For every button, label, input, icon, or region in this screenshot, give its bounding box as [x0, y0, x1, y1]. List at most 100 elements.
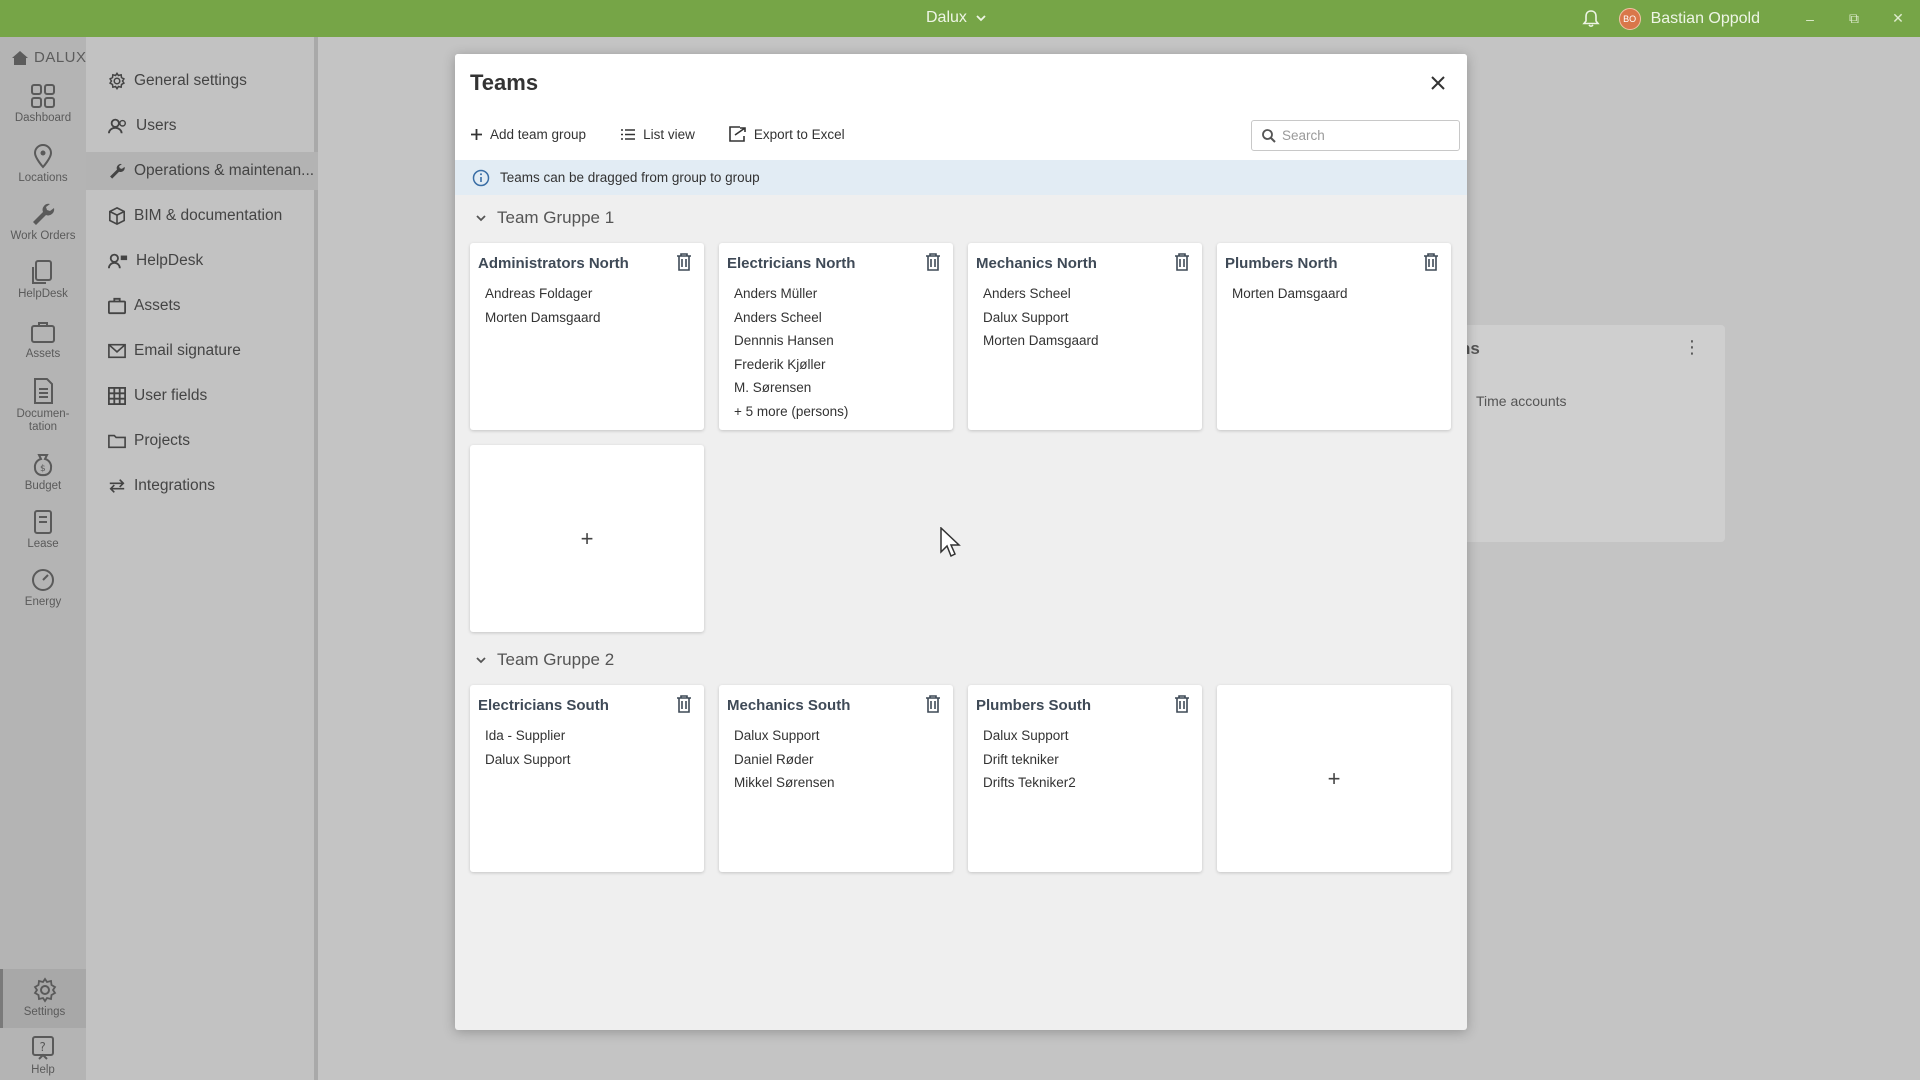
window-close-button[interactable]: ✕ — [1876, 0, 1920, 37]
team-card[interactable]: Administrators North Andreas Foldager Mo… — [470, 243, 704, 430]
member-name[interactable]: Anders Müller — [734, 282, 848, 306]
dalux-logo[interactable]: DALUX — [10, 49, 87, 66]
trash-icon[interactable] — [1174, 253, 1190, 271]
add-team-button[interactable]: + — [1217, 685, 1451, 872]
team-card[interactable]: Mechanics North Anders Scheel Dalux Supp… — [968, 243, 1202, 430]
group-header-2[interactable]: Team Gruppe 2 — [475, 650, 614, 670]
rail-item-help[interactable]: ? Help — [0, 1035, 86, 1076]
member-name[interactable]: Mikkel Sørensen — [734, 771, 835, 795]
member-list: Anders Müller Anders Scheel Dennnis Hans… — [734, 282, 848, 423]
svg-text:$: $ — [40, 464, 46, 474]
trash-icon[interactable] — [925, 695, 941, 713]
avatar[interactable]: BO — [1618, 7, 1641, 30]
user-name[interactable]: Bastian Oppold — [1651, 10, 1760, 28]
menu-item-label: Email signature — [134, 342, 241, 359]
team-card[interactable]: Mechanics South Dalux Support Daniel Rød… — [719, 685, 953, 872]
mail-icon — [108, 343, 126, 359]
rail-label: Dashboard — [14, 112, 72, 124]
team-card[interactable]: Electricians North Anders Müller Anders … — [719, 243, 953, 430]
member-name[interactable]: Dennnis Hansen — [734, 329, 848, 353]
team-card[interactable]: Plumbers South Dalux Support Drift tekni… — [968, 685, 1202, 872]
member-name[interactable]: Morten Damsgaard — [1232, 282, 1348, 306]
close-button[interactable] — [1425, 70, 1451, 96]
rail-label: Energy — [24, 596, 62, 608]
member-name[interactable]: Dalux Support — [983, 724, 1076, 748]
modal-toolbar: Add team group List view Export to Excel — [470, 126, 845, 142]
member-name[interactable]: M. Sørensen — [734, 376, 848, 400]
export-excel-button[interactable]: Export to Excel — [729, 126, 845, 142]
search-icon — [1262, 128, 1276, 143]
menu-item-projects[interactable]: Projects — [86, 422, 318, 460]
folder-icon — [108, 434, 126, 449]
member-name[interactable]: Dalux Support — [485, 748, 571, 772]
search-box[interactable] — [1251, 120, 1460, 151]
menu-item-assets[interactable]: Assets — [86, 287, 318, 325]
lease-icon — [34, 510, 52, 534]
swap-icon — [109, 479, 125, 493]
mouse-cursor-icon — [940, 527, 961, 558]
member-name[interactable]: Drift tekniker — [983, 748, 1076, 772]
notification-bell-icon[interactable] — [1581, 9, 1601, 29]
member-name[interactable]: Anders Scheel — [734, 306, 848, 330]
member-name[interactable]: Frederik Kjøller — [734, 353, 848, 377]
rail-item-energy[interactable]: Energy — [0, 567, 86, 608]
team-card[interactable]: Electricians South Ida - Supplier Dalux … — [470, 685, 704, 872]
background-card-item[interactable]: Time accounts — [1476, 393, 1567, 409]
menu-item-integrations[interactable]: Integrations — [86, 467, 318, 505]
menu-item-label: General settings — [134, 72, 247, 89]
more-options-icon[interactable]: ⋮ — [1683, 337, 1701, 358]
rail-item-lease[interactable]: Lease — [0, 509, 86, 550]
rail-item-budget[interactable]: $ Budget — [0, 451, 86, 492]
rail-label: Work Orders — [10, 230, 76, 242]
rail-item-helpdesk[interactable]: HelpDesk — [0, 259, 86, 300]
member-name[interactable]: Ida - Supplier — [485, 724, 571, 748]
member-name[interactable]: Andreas Foldager — [485, 282, 601, 306]
member-name[interactable]: Morten Damsgaard — [983, 329, 1099, 353]
menu-item-bim-documentation[interactable]: BIM & documentation — [86, 197, 318, 235]
member-name[interactable]: Daniel Røder — [734, 748, 835, 772]
add-team-button[interactable]: + — [470, 445, 704, 632]
team-card[interactable]: Plumbers North Morten Damsgaard — [1217, 243, 1451, 430]
menu-item-general-settings[interactable]: General settings — [86, 62, 318, 100]
menu-item-users[interactable]: Users — [86, 107, 318, 145]
trash-icon[interactable] — [676, 695, 692, 713]
list-icon — [621, 128, 636, 140]
trash-icon[interactable] — [1174, 695, 1190, 713]
rail-item-settings[interactable]: Settings — [0, 969, 86, 1028]
member-name[interactable]: Anders Scheel — [983, 282, 1099, 306]
menu-item-operations[interactable]: Operations & maintenan... — [86, 152, 318, 190]
rail-item-locations[interactable]: Locations — [0, 143, 86, 184]
more-members-link[interactable]: + 5 more (persons) — [734, 400, 848, 424]
gauge-icon — [32, 569, 54, 591]
team-name: Electricians North — [727, 255, 856, 272]
trash-icon[interactable] — [1423, 253, 1439, 271]
group-header-1[interactable]: Team Gruppe 1 — [475, 208, 614, 228]
rail-item-documentation[interactable]: Documen- tation — [0, 377, 86, 434]
rail-item-work-orders[interactable]: Work Orders — [0, 201, 86, 242]
maximize-button[interactable]: ⧉ — [1832, 0, 1876, 37]
member-name[interactable]: Morten Damsgaard — [485, 306, 601, 330]
menu-item-label: User fields — [134, 387, 208, 404]
rail-item-assets[interactable]: Assets — [0, 319, 86, 360]
add-team-group-button[interactable]: Add team group — [470, 126, 586, 142]
trash-icon[interactable] — [925, 253, 941, 271]
rail-item-dashboard[interactable]: Dashboard — [0, 83, 86, 124]
menu-item-user-fields[interactable]: User fields — [86, 377, 318, 415]
search-input[interactable] — [1282, 128, 1442, 143]
modal-title: Teams — [470, 70, 539, 95]
minimize-button[interactable]: – — [1788, 0, 1832, 37]
trash-icon[interactable] — [676, 253, 692, 271]
member-list: Anders Scheel Dalux Support Morten Damsg… — [983, 282, 1099, 353]
member-name[interactable]: Dalux Support — [983, 306, 1099, 330]
app-switcher[interactable]: Dalux — [926, 9, 987, 27]
document-icon — [34, 378, 53, 404]
list-view-button[interactable]: List view — [620, 126, 695, 142]
menu-item-helpdesk[interactable]: HelpDesk — [86, 242, 318, 280]
chevron-down-icon — [476, 215, 486, 222]
member-name[interactable]: Dalux Support — [734, 724, 835, 748]
menu-item-email-signature[interactable]: Email signature — [86, 332, 318, 370]
rail-label: Budget — [24, 480, 62, 492]
member-name[interactable]: Drifts Tekniker2 — [983, 771, 1076, 795]
settings-menu: General settings Users Operations & main… — [86, 37, 318, 1080]
rail-label: Help — [31, 1064, 55, 1076]
